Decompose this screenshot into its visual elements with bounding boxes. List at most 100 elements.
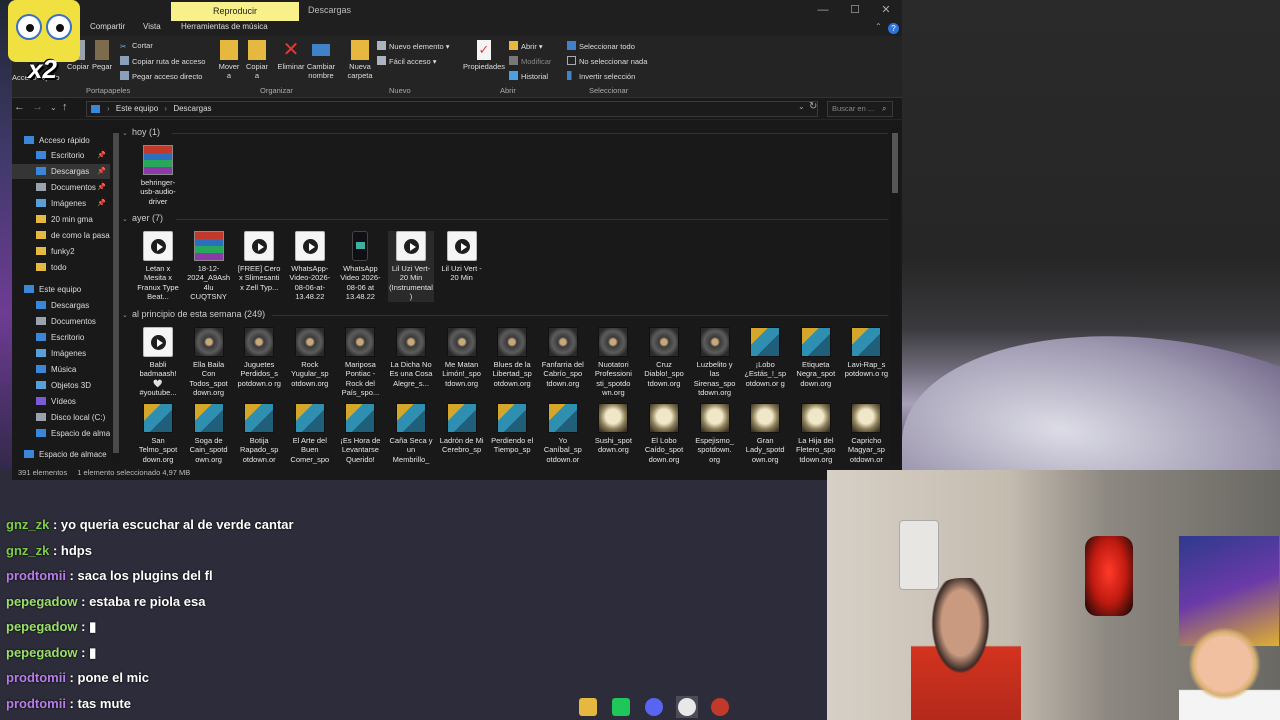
file-item[interactable]: WhatsApp Video 2026-08-06 at 13.48.22 bbox=[337, 231, 383, 302]
tab-reproducir[interactable]: Reproducir bbox=[171, 2, 299, 21]
new-folder-button[interactable]: Nueva carpeta bbox=[344, 40, 376, 80]
file-item[interactable]: Ella Baila Con Todos_spot down.org bbox=[186, 327, 232, 398]
pin-icon[interactable]: 📌 bbox=[97, 196, 106, 211]
file-item[interactable]: Fanfarria del Cabrío_spo tdown.org bbox=[540, 327, 586, 388]
help-icon[interactable]: ? bbox=[888, 23, 899, 34]
collapse-ribbon-icon[interactable]: ⌃ bbox=[875, 22, 882, 31]
file-item[interactable]: El Arte del Buen Comer_spo bbox=[287, 403, 333, 464]
history-button[interactable]: Historial bbox=[509, 71, 548, 81]
group-header[interactable]: ⌄ al principio de esta semana (249) bbox=[122, 309, 265, 319]
file-item[interactable]: WhatsApp-Video-2026-08-06-at-13.48.22 bbox=[287, 231, 333, 302]
file-item[interactable]: Juguetes Perdidos_s potdown.o rg bbox=[236, 327, 282, 388]
paste-shortcut-button[interactable]: Pegar acceso directo bbox=[120, 71, 202, 81]
select-none-button[interactable]: No seleccionar nada bbox=[567, 56, 647, 66]
nav-item[interactable]: Disco local (C:) bbox=[12, 410, 110, 425]
nav-item[interactable]: de como la pasal bbox=[12, 228, 110, 243]
file-item[interactable]: La Hija del Fletero_spo tdown.org bbox=[793, 403, 839, 464]
search-input[interactable]: Buscar en ... ⌕ bbox=[827, 101, 893, 117]
back-arrow-icon[interactable]: ← bbox=[14, 101, 25, 113]
move-to-button[interactable]: Mover a bbox=[217, 40, 241, 80]
nav-item[interactable]: Descargas 📌 bbox=[12, 164, 110, 179]
minimize-button[interactable]: — bbox=[808, 0, 838, 21]
file-item[interactable]: Capricho Magyar_sp otdown.or bbox=[843, 403, 888, 464]
breadcrumb-este-equipo[interactable]: Este equipo bbox=[116, 104, 158, 113]
file-item[interactable]: Lavi-Rap_s potdown.o rg bbox=[843, 327, 888, 379]
nav-item[interactable]: Imágenes bbox=[12, 346, 110, 361]
copy-path-button[interactable]: Copiar ruta de acceso bbox=[120, 56, 205, 66]
file-item[interactable]: ¡Lobo ¿Estás_!_sp otdown.or g bbox=[742, 327, 788, 388]
new-item-button[interactable]: Nuevo elemento ▾ bbox=[377, 41, 449, 51]
content-scrollbar[interactable] bbox=[890, 127, 900, 465]
file-item[interactable]: Ladrón de Mi Cerebro_sp bbox=[439, 403, 485, 455]
nav-item[interactable]: Vídeos bbox=[12, 394, 110, 409]
recorder-icon[interactable] bbox=[711, 698, 729, 716]
file-item[interactable]: Rock Yugular_sp otdown.org bbox=[287, 327, 333, 388]
nav-item[interactable]: Acceso rápido bbox=[12, 133, 110, 148]
pin-icon[interactable]: 📌 bbox=[97, 164, 106, 179]
nav-item[interactable]: Objetos 3D bbox=[12, 378, 110, 393]
breadcrumb-descargas[interactable]: Descargas bbox=[173, 104, 211, 113]
group-header[interactable]: ⌄ hoy (1) bbox=[122, 127, 160, 137]
nav-item[interactable]: 20 min gma bbox=[12, 212, 110, 227]
nav-item[interactable]: Espacio de almac bbox=[12, 426, 110, 441]
select-all-button[interactable]: Seleccionar todo bbox=[567, 41, 635, 51]
file-item[interactable]: Blues de la Libertad_sp otdown.org bbox=[489, 327, 535, 388]
collapse-chevron-icon[interactable]: ⌄ bbox=[122, 215, 132, 223]
nav-scrollbar[interactable] bbox=[112, 127, 120, 465]
pin-icon[interactable]: 📌 bbox=[97, 148, 106, 163]
invert-selection-button[interactable]: Invertir selección bbox=[567, 71, 635, 81]
nav-item[interactable]: Imágenes 📌 bbox=[12, 196, 110, 211]
file-item[interactable]: Gran Lady_spotd own.org bbox=[742, 403, 788, 464]
group-header[interactable]: ⌄ ayer (7) bbox=[122, 213, 163, 223]
nav-item[interactable]: Escritorio bbox=[12, 330, 110, 345]
up-arrow-icon[interactable]: ↑ bbox=[62, 101, 68, 113]
edit-button[interactable]: Modificar bbox=[509, 56, 551, 66]
file-item[interactable]: La Dicha No Es una Cosa Alegre_s... bbox=[388, 327, 434, 388]
refresh-icon[interactable]: ↻ bbox=[809, 101, 817, 112]
file-item[interactable]: Lil Uzi Vert-20 Min (Instrumental) bbox=[388, 231, 434, 302]
paste-button[interactable]: Pegar bbox=[92, 40, 112, 71]
properties-button[interactable]: ✓ Propiedades bbox=[461, 40, 507, 71]
discord-icon[interactable] bbox=[645, 698, 663, 716]
folder-icon[interactable] bbox=[579, 698, 597, 716]
file-item[interactable]: Caña Seca y un Membrillo_ bbox=[388, 403, 434, 464]
nav-item[interactable]: Espacio de almace bbox=[12, 447, 110, 462]
file-item[interactable]: Yo Caníbal_sp otdown.or bbox=[540, 403, 586, 464]
file-item[interactable]: Mariposa Pontiac - Rock del País_spo... bbox=[337, 327, 383, 398]
file-item[interactable]: Espejismo_ spotdown. org bbox=[692, 403, 738, 464]
tab-compartir[interactable]: Compartir bbox=[90, 22, 125, 31]
nav-item[interactable]: funky2 bbox=[12, 244, 110, 259]
file-item[interactable]: El Lobo Caído_spot down.org bbox=[641, 403, 687, 464]
chrome-icon[interactable] bbox=[678, 698, 696, 716]
file-item[interactable]: ¡Es Hora de Levantarse Querido! bbox=[337, 403, 383, 464]
tab-herramientas-musica[interactable]: Herramientas de música bbox=[181, 22, 268, 31]
file-item[interactable]: San Telmo_spot down.org bbox=[135, 403, 181, 464]
pin-icon[interactable]: 📌 bbox=[97, 180, 106, 195]
nav-scrollbar-thumb[interactable] bbox=[113, 133, 119, 453]
open-button[interactable]: Abrir ▾ bbox=[509, 41, 543, 51]
file-item[interactable]: Lil Uzi Vert - 20 Min bbox=[439, 231, 485, 283]
file-item[interactable]: Me Matan Limón!_spo tdown.org bbox=[439, 327, 485, 388]
cut-button[interactable]: ✂ Cortar bbox=[120, 41, 153, 51]
nav-item[interactable]: Música bbox=[12, 362, 110, 377]
file-item[interactable]: Nuotatori Professioni sti_spotdo wn.org bbox=[590, 327, 636, 398]
file-item[interactable]: Perdiendo el Tiempo_sp bbox=[489, 403, 535, 455]
file-item[interactable]: Luzbelito y las Sirenas_spo tdown.org bbox=[692, 327, 738, 398]
nav-item[interactable]: Escritorio 📌 bbox=[12, 148, 110, 163]
forward-arrow-icon[interactable]: → bbox=[32, 101, 43, 113]
nav-item[interactable]: Descargas bbox=[12, 298, 110, 313]
tab-vista[interactable]: Vista bbox=[143, 22, 161, 31]
file-item[interactable]: Letan x Mesita x Franux Type Beat... bbox=[135, 231, 181, 302]
nav-item[interactable]: Documentos 📌 bbox=[12, 180, 110, 195]
collapse-chevron-icon[interactable]: ⌄ bbox=[122, 311, 132, 319]
file-item[interactable]: Botija Rapado_sp otdown.or bbox=[236, 403, 282, 464]
file-item[interactable]: Soga de Cain_spotd own.org bbox=[186, 403, 232, 464]
file-item[interactable]: Babli badmaash! 🤍 #youtube... bbox=[135, 327, 181, 398]
maximize-button[interactable]: ☐ bbox=[840, 0, 870, 21]
delete-button[interactable]: ✕ Eliminar bbox=[276, 40, 306, 71]
rename-button[interactable]: Cambiar nombre bbox=[306, 40, 336, 80]
easy-access-button[interactable]: Fácil acceso ▾ bbox=[377, 56, 437, 66]
nav-item[interactable]: Documentos bbox=[12, 314, 110, 329]
file-item[interactable]: [FREE] Cero x Slimesanti x Zell Typ... bbox=[236, 231, 282, 292]
collapse-chevron-icon[interactable]: ⌄ bbox=[122, 129, 132, 137]
